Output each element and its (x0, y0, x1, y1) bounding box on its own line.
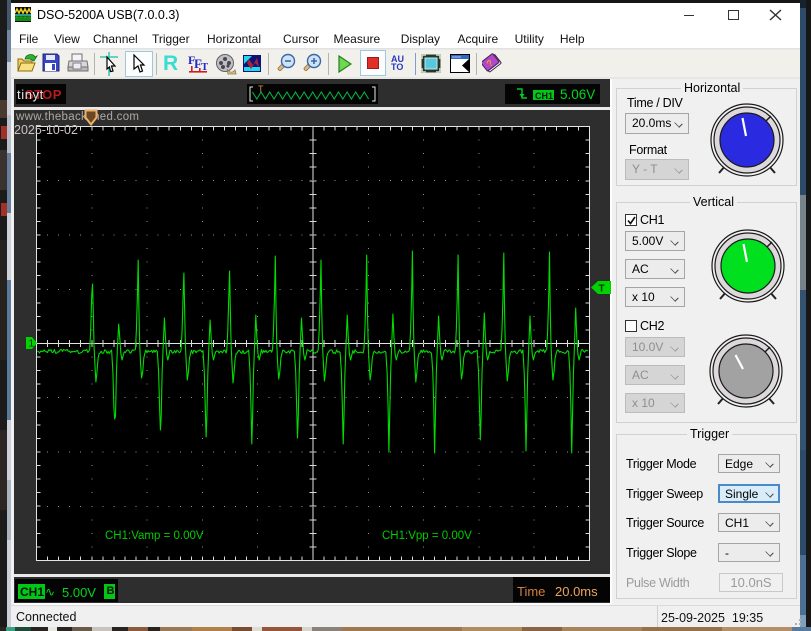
svg-text:1: 1 (29, 339, 35, 350)
svg-text:CH1:Vpp = 0.00V: CH1:Vpp = 0.00V (382, 530, 472, 542)
svg-text:CH1:Vamp = 0.00V: CH1:Vamp = 0.00V (105, 530, 204, 542)
svg-text:T: T (599, 284, 605, 295)
